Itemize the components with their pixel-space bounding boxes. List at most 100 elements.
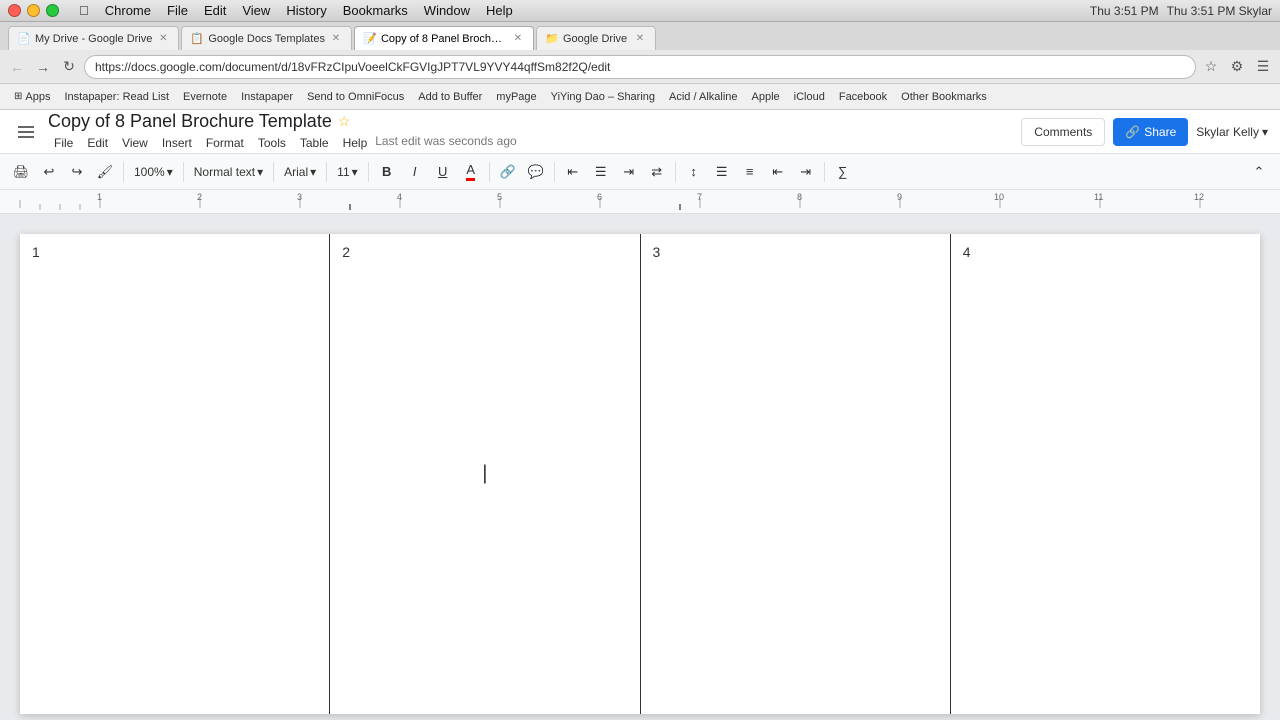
bookmark-evernote[interactable]: Evernote xyxy=(177,89,233,105)
history-menu[interactable]: History xyxy=(286,3,326,18)
bookmark-facebook[interactable]: Facebook xyxy=(833,89,893,105)
doc-panel-3[interactable]: 3 xyxy=(641,234,951,714)
tab-google-drive[interactable]: 📁 Google Drive ✕ xyxy=(536,26,656,50)
doc-page[interactable]: 1 2 | 3 4 xyxy=(20,234,1260,714)
color-icon: A xyxy=(466,162,475,181)
tab-my-drive[interactable]: 📄 My Drive - Google Drive ✕ xyxy=(8,26,179,50)
align-left-button[interactable]: ⇤ xyxy=(560,159,586,185)
chrome-menu[interactable]: Chrome xyxy=(105,3,151,18)
tab-close-icon[interactable]: ✕ xyxy=(633,32,647,46)
align-center-button[interactable]: ☰ xyxy=(588,159,614,185)
bookmark-label: Apps xyxy=(25,91,50,103)
bookmarks-menu[interactable]: Bookmarks xyxy=(343,3,408,18)
bookmark-instapaper[interactable]: Instapaper xyxy=(235,89,299,105)
paint-format-button[interactable]: 🖌 xyxy=(92,159,118,185)
formula-button[interactable]: ∑ xyxy=(830,159,856,185)
bookmark-acid-alkaline[interactable]: Acid / Alkaline xyxy=(663,89,743,105)
refresh-button[interactable]: ↻ xyxy=(58,56,80,78)
link-button[interactable]: 🔗 xyxy=(495,159,521,185)
font-select[interactable]: Arial ▾ xyxy=(279,159,321,185)
line-spacing-button[interactable]: ↕ xyxy=(681,159,707,185)
justify-button[interactable]: ⇄ xyxy=(644,159,670,185)
bullet-list-button[interactable]: ☰ xyxy=(709,159,735,185)
bookmark-yiying[interactable]: YiYing Dao – Sharing xyxy=(545,89,661,105)
bookmark-star-icon[interactable]: ☆ xyxy=(1200,56,1222,78)
zoom-select[interactable]: 100% ▾ xyxy=(129,159,178,185)
docs-edit-menu[interactable]: Edit xyxy=(81,134,114,152)
font-color-button[interactable]: A xyxy=(458,159,484,185)
bookmark-icloud[interactable]: iCloud xyxy=(788,89,831,105)
italic-button[interactable]: I xyxy=(402,159,428,185)
svg-text:1: 1 xyxy=(97,192,102,202)
bookmark-instapaper-read[interactable]: Instapaper: Read List xyxy=(58,89,175,105)
style-dropdown-icon: ▾ xyxy=(257,165,263,179)
file-menu[interactable]: File xyxy=(167,3,188,18)
docs-table-menu[interactable]: Table xyxy=(294,134,335,152)
docs-main-area[interactable]: 1 2 | 3 4 xyxy=(0,214,1280,720)
browser-menu-icon[interactable]: ☰ xyxy=(1252,56,1274,78)
indent-increase-button[interactable]: ⇥ xyxy=(793,159,819,185)
docs-file-menu[interactable]: File xyxy=(48,134,79,152)
extensions-icon[interactable]: ⚙ xyxy=(1226,56,1248,78)
back-button[interactable]: ← xyxy=(6,56,28,78)
tab-close-icon[interactable]: ✕ xyxy=(511,32,525,46)
bookmark-mypage[interactable]: myPage xyxy=(490,89,542,105)
align-right-button[interactable]: ⇥ xyxy=(616,159,642,185)
tab-close-icon[interactable]: ✕ xyxy=(329,32,343,46)
numbered-list-button[interactable]: ≡ xyxy=(737,159,763,185)
docs-menu-icon[interactable] xyxy=(12,118,40,146)
bookmark-buffer[interactable]: Add to Buffer xyxy=(412,89,488,105)
font-value: Arial xyxy=(284,165,308,179)
docs-help-menu[interactable]: Help xyxy=(337,134,374,152)
comment-button[interactable]: 💬 xyxy=(523,159,549,185)
forward-button[interactable]: → xyxy=(32,56,54,78)
indent-decrease-button[interactable]: ⇤ xyxy=(765,159,791,185)
tab-docs-templates[interactable]: 📋 Google Docs Templates ✕ xyxy=(181,26,352,50)
font-dropdown-icon: ▾ xyxy=(310,165,316,179)
bookmark-label: Other Bookmarks xyxy=(901,91,987,103)
share-button[interactable]: 🔗 Share xyxy=(1113,118,1188,146)
address-bar[interactable]: https://docs.google.com/document/d/18vFR… xyxy=(84,55,1196,79)
bookmark-label: Instapaper xyxy=(241,91,293,103)
title-bar:  Chrome File Edit View History Bookmark… xyxy=(0,0,1280,22)
doc-panel-1[interactable]: 1 xyxy=(20,234,330,714)
collapse-toolbar-button[interactable]: ⌃ xyxy=(1246,159,1272,185)
style-select[interactable]: Normal text ▾ xyxy=(189,159,268,185)
view-menu[interactable]: View xyxy=(242,3,270,18)
help-menu[interactable]: Help xyxy=(486,3,513,18)
font-size-select[interactable]: 11 ▾ xyxy=(332,159,363,185)
docs-container: Copy of 8 Panel Brochure Template ☆ File… xyxy=(0,110,1280,720)
close-button[interactable] xyxy=(8,4,21,17)
maximize-button[interactable] xyxy=(46,4,59,17)
underline-button[interactable]: U xyxy=(430,159,456,185)
bookmark-label: myPage xyxy=(496,91,536,103)
user-avatar[interactable]: Skylar Kelly ▾ xyxy=(1196,125,1268,139)
docs-format-menu[interactable]: Format xyxy=(200,134,250,152)
bookmark-apps[interactable]: ⊞ Apps xyxy=(8,89,56,105)
toolbar-right-spacer: ⌃ xyxy=(1246,159,1272,185)
bookmark-other[interactable]: Other Bookmarks xyxy=(895,89,993,105)
tab-close-icon[interactable]: ✕ xyxy=(156,32,170,46)
tab-brochure[interactable]: 📝 Copy of 8 Panel Brochure Template ✕ xyxy=(354,26,534,50)
edit-menu[interactable]: Edit xyxy=(204,3,226,18)
docs-view-menu[interactable]: View xyxy=(116,134,154,152)
star-icon[interactable]: ☆ xyxy=(338,113,351,130)
comments-button[interactable]: Comments xyxy=(1021,118,1105,146)
apple-menu[interactable]:  xyxy=(79,3,89,18)
tab-title: Copy of 8 Panel Brochure Template xyxy=(381,33,507,45)
doc-panel-4[interactable]: 4 xyxy=(951,234,1260,714)
bookmark-label: Evernote xyxy=(183,91,227,103)
tab-bar: 📄 My Drive - Google Drive ✕ 📋 Google Doc… xyxy=(0,22,1280,50)
bookmark-apple[interactable]: Apple xyxy=(746,89,786,105)
doc-panel-2[interactable]: 2 | xyxy=(330,234,640,714)
window-menu[interactable]: Window xyxy=(424,3,470,18)
minimize-button[interactable] xyxy=(27,4,40,17)
bold-button[interactable]: B xyxy=(374,159,400,185)
undo-button[interactable]: ↩ xyxy=(36,159,62,185)
docs-tools-menu[interactable]: Tools xyxy=(252,134,292,152)
bookmark-omnifocus[interactable]: Send to OmniFocus xyxy=(301,89,410,105)
docs-insert-menu[interactable]: Insert xyxy=(156,134,198,152)
print-button[interactable]: 🖨 xyxy=(8,159,34,185)
svg-text:6: 6 xyxy=(597,192,602,202)
redo-button[interactable]: ↪ xyxy=(64,159,90,185)
